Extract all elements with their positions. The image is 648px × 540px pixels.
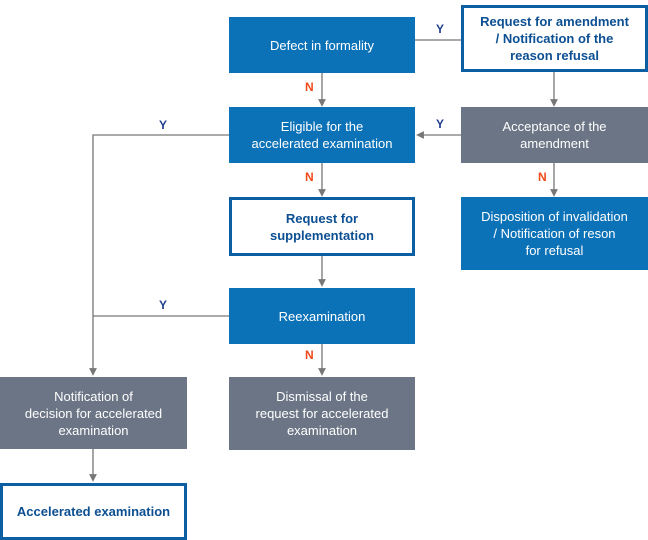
label-no-eligible: N [305,170,314,184]
node-request-for-amendment: Request for amendment / Notification of … [461,5,648,72]
node-eligible-for-accelerated-exam: Eligible for the accelerated examination [229,107,415,163]
node-disposition-of-invalidation: Disposition of invalidation / Notificati… [461,197,648,270]
label-yes-defect: Y [436,22,445,36]
label-no-reexamination: N [305,348,314,362]
node-defect-in-formality: Defect in formality [229,17,415,73]
node-dismissal-of-request: Dismissal of the request for accelerated… [229,377,415,450]
label-no-acceptance: N [538,170,547,184]
connectors [89,39,558,482]
edge-eligible-to-notification [89,134,229,376]
node-accelerated-examination: Accelerated examination [0,483,187,540]
node-notification-of-decision: Notification of decision for accelerated… [0,377,187,449]
label-no-defect: N [305,80,314,94]
label-yes-eligible: Y [159,118,168,132]
label-yes-reexamination: Y [159,298,168,312]
node-acceptance-of-amendment: Acceptance of the amendment [461,107,648,163]
node-request-for-supplementation: Request for supplementation [229,197,415,256]
label-yes-acceptance: Y [436,117,445,131]
node-reexamination: Reexamination [229,288,415,344]
